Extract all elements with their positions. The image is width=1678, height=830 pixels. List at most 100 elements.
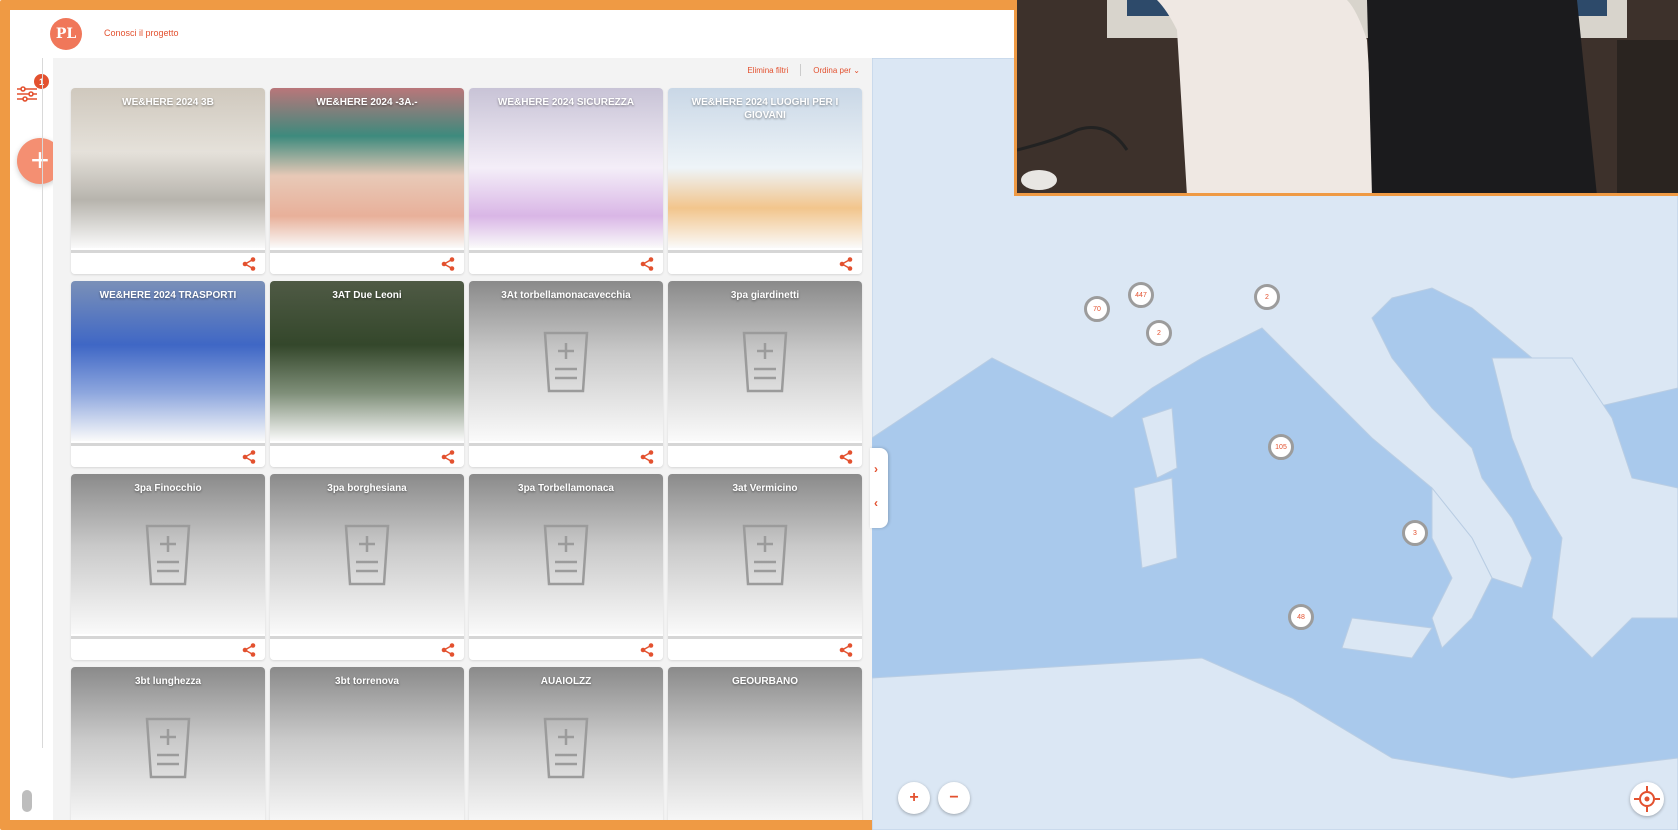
project-card-footer xyxy=(71,636,265,660)
project-card-title: GEOURBANO xyxy=(731,676,799,687)
project-card[interactable]: 3pa Torbellamonaca xyxy=(469,474,663,660)
project-card-footer xyxy=(71,443,265,467)
zoom-out-button[interactable]: − xyxy=(938,782,970,814)
chevron-left-icon[interactable]: ‹ xyxy=(874,496,878,510)
share-icon[interactable] xyxy=(241,449,257,465)
share-icon[interactable] xyxy=(838,256,854,272)
project-card[interactable]: 3pa borghesiana xyxy=(270,474,464,660)
app-logo[interactable]: PL xyxy=(50,18,82,50)
map-cluster-marker[interactable]: 70 xyxy=(1084,296,1110,322)
add-document-icon xyxy=(539,329,593,400)
project-card-title: AUAIOLZZ xyxy=(540,676,592,687)
project-card[interactable]: 3at Vermicino xyxy=(668,474,862,660)
share-icon[interactable] xyxy=(838,642,854,658)
sidebar-divider xyxy=(42,58,43,748)
clear-filters-button[interactable]: Elimina filtri xyxy=(747,66,788,75)
project-card-image[interactable] xyxy=(270,281,464,441)
projects-panel: Elimina filtri Ordina per ⌄ WE&HERE 2024… xyxy=(53,58,872,820)
map-cluster-marker[interactable]: 48 xyxy=(1288,604,1314,630)
project-card-title: 3AT Due Leoni xyxy=(332,290,402,301)
project-card-title: WE&HERE 2024 3B xyxy=(122,97,214,108)
locate-icon[interactable] xyxy=(1630,782,1664,816)
share-icon[interactable] xyxy=(639,449,655,465)
project-card-title: 3at Vermicino xyxy=(732,483,798,494)
project-card-footer xyxy=(270,443,464,467)
add-document-icon xyxy=(340,522,394,593)
project-card-footer xyxy=(668,250,862,274)
share-icon[interactable] xyxy=(639,256,655,272)
project-card[interactable]: 3At torbellamonacavecchia xyxy=(469,281,663,467)
project-card[interactable]: WE&HERE 2024 SICUREZZA xyxy=(469,88,663,274)
project-card-title: 3pa borghesiana xyxy=(327,483,407,494)
project-card-title: 3bt lunghezza xyxy=(134,676,202,687)
project-card[interactable]: 3pa giardinetti xyxy=(668,281,862,467)
add-document-icon xyxy=(141,522,195,593)
project-card[interactable]: GEOURBANO xyxy=(668,667,862,820)
map-cluster-marker[interactable]: 105 xyxy=(1268,434,1294,460)
list-toolbar: Elimina filtri Ordina per ⌄ xyxy=(747,64,860,76)
share-icon[interactable] xyxy=(639,642,655,658)
project-card-title: 3pa Torbellamonaca xyxy=(518,483,614,494)
project-card-title: WE&HERE 2024 LUOGHI PER I GIOVANI xyxy=(691,97,839,121)
share-icon[interactable] xyxy=(838,449,854,465)
add-document-icon xyxy=(141,715,195,786)
chevron-down-icon: ⌄ xyxy=(853,65,860,75)
filter-sliders-icon[interactable] xyxy=(16,84,38,104)
project-card[interactable]: 3AT Due Leoni xyxy=(270,281,464,467)
project-card-footer xyxy=(270,250,464,274)
project-card-footer xyxy=(668,636,862,660)
project-card-image[interactable] xyxy=(668,667,862,820)
project-card[interactable]: 3bt lunghezza xyxy=(71,667,265,820)
map-cluster-marker[interactable]: 3 xyxy=(1402,520,1428,546)
map-cluster-marker[interactable]: 2 xyxy=(1254,284,1280,310)
project-card-title: WE&HERE 2024 TRASPORTI xyxy=(99,290,237,301)
project-card-footer xyxy=(270,636,464,660)
map-cluster-marker[interactable]: 447 xyxy=(1128,282,1154,308)
project-card[interactable]: WE&HERE 2024 3B xyxy=(71,88,265,274)
project-card[interactable]: WE&HERE 2024 LUOGHI PER I GIOVANI xyxy=(668,88,862,274)
share-icon[interactable] xyxy=(440,642,456,658)
sort-by-dropdown[interactable]: Ordina per ⌄ xyxy=(813,66,860,75)
project-card-footer xyxy=(71,250,265,274)
sidebar-scroll-handle[interactable] xyxy=(22,790,32,812)
project-card-title: 3bt torrenova xyxy=(335,676,399,687)
project-card-title: 3pa Finocchio xyxy=(134,483,202,494)
add-document-icon xyxy=(539,522,593,593)
project-grid: WE&HERE 2024 3B WE&HERE 2024 -3A.- WE&HERE… xyxy=(71,88,862,820)
sort-by-label: Ordina per xyxy=(813,65,852,75)
add-document-icon xyxy=(738,329,792,400)
project-card-title: 3At torbellamonacavecchia xyxy=(501,290,631,301)
map-cluster-marker[interactable]: 2 xyxy=(1146,320,1172,346)
add-document-icon xyxy=(738,522,792,593)
project-card-title: WE&HERE 2024 SICUREZZA xyxy=(497,97,635,108)
project-card-image[interactable] xyxy=(71,88,265,248)
project-card[interactable]: WE&HERE 2024 TRASPORTI xyxy=(71,281,265,467)
project-link[interactable]: Conosci il progetto xyxy=(104,28,179,38)
project-card[interactable]: 3pa Finocchio xyxy=(71,474,265,660)
project-card-footer xyxy=(469,636,663,660)
project-card-footer xyxy=(668,443,862,467)
project-card-image[interactable] xyxy=(469,88,663,248)
add-document-icon xyxy=(539,715,593,786)
share-icon[interactable] xyxy=(241,256,257,272)
panel-toggle[interactable]: › ‹ xyxy=(870,448,888,528)
project-card-title: WE&HERE 2024 -3A.- xyxy=(316,97,418,108)
webcam-overlay xyxy=(1014,0,1678,196)
project-card-footer xyxy=(469,250,663,274)
project-card-footer xyxy=(469,443,663,467)
share-icon[interactable] xyxy=(440,256,456,272)
project-card-image[interactable] xyxy=(270,88,464,248)
project-card-image[interactable] xyxy=(71,281,265,441)
project-card[interactable]: AUAIOLZZ xyxy=(469,667,663,820)
toolbar-divider xyxy=(800,64,802,76)
project-card-title: 3pa giardinetti xyxy=(730,290,800,301)
project-card-image[interactable] xyxy=(270,667,464,820)
webcam-frame-image xyxy=(1017,0,1678,193)
share-icon[interactable] xyxy=(241,642,257,658)
project-card[interactable]: WE&HERE 2024 -3A.- xyxy=(270,88,464,274)
project-card[interactable]: 3bt torrenova xyxy=(270,667,464,820)
chevron-right-icon[interactable]: › xyxy=(874,462,878,476)
zoom-in-button[interactable]: + xyxy=(898,782,930,814)
share-icon[interactable] xyxy=(440,449,456,465)
sidebar: 1 + xyxy=(10,58,63,820)
